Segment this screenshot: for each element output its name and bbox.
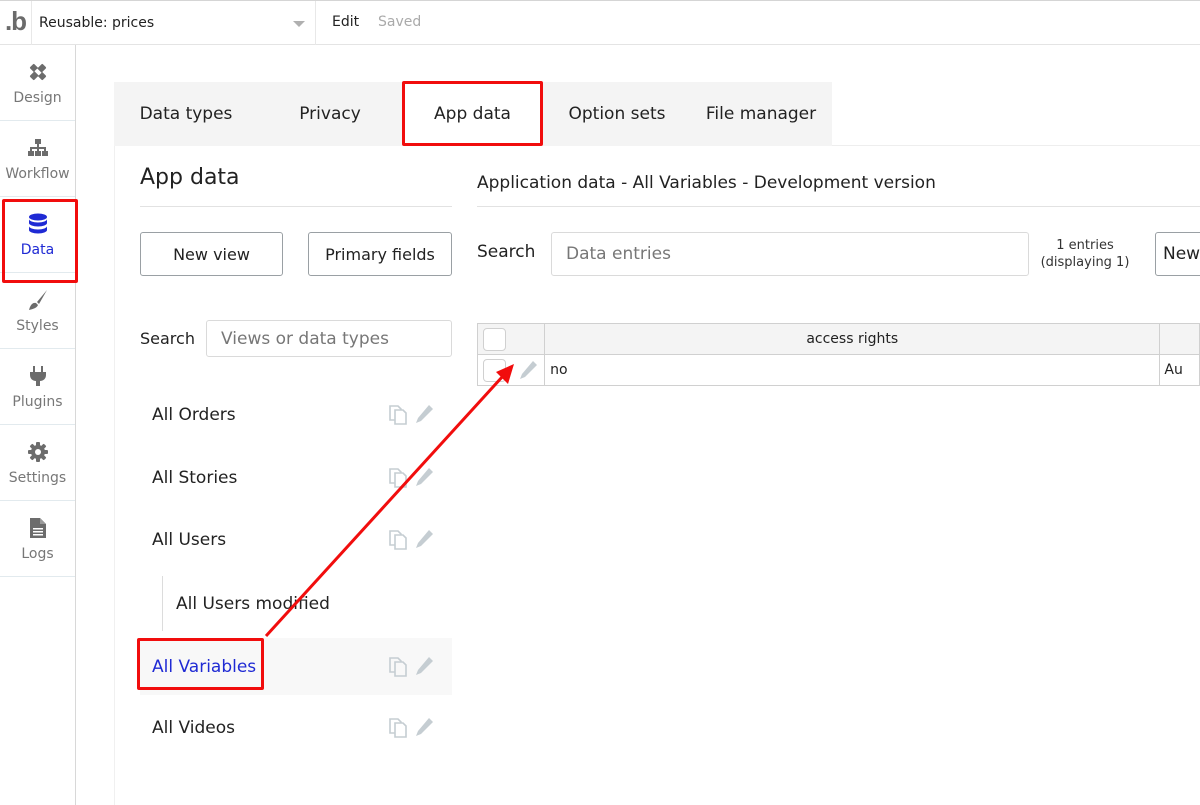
gear-icon (26, 440, 50, 464)
database-icon (26, 212, 50, 236)
tab-label: Privacy (299, 104, 361, 124)
table-header-row: access rights (476, 323, 1200, 355)
workflow-icon (26, 136, 50, 160)
nav-styles[interactable]: Styles (0, 273, 75, 349)
tab-app-data[interactable]: App data (402, 81, 543, 146)
placeholder: Data entries (566, 244, 671, 264)
tab-divider (832, 145, 1200, 146)
data-search-label: Search (477, 242, 536, 262)
pencil-icon[interactable] (414, 655, 434, 677)
divider (477, 206, 1200, 207)
copy-icon[interactable] (388, 716, 408, 738)
chevron-down-icon (293, 21, 305, 27)
entries-total: 1 entries (1056, 238, 1114, 253)
tab-data-types[interactable]: Data types (114, 82, 258, 146)
pencil-icon[interactable] (414, 403, 434, 425)
plug-icon (26, 364, 50, 388)
views-title: App data (140, 165, 240, 190)
entries-displaying: (displaying 1) (1040, 255, 1130, 270)
nav-label: Logs (21, 545, 54, 562)
column-header[interactable] (1159, 323, 1200, 355)
logo-text: .b (4, 6, 27, 36)
views-search-input[interactable]: Views or data types (206, 320, 452, 357)
nav-settings[interactable]: Settings (0, 425, 75, 501)
nav-label: Workflow (5, 165, 70, 182)
tab-label: Data types (139, 104, 233, 124)
view-item-all-stories[interactable]: All Stories (140, 449, 452, 506)
nav-label: Design (13, 89, 62, 106)
edit-menu[interactable]: Edit (332, 14, 359, 30)
view-label: All Stories (152, 467, 238, 488)
tab-privacy[interactable]: Privacy (258, 82, 402, 146)
copy-icon[interactable] (388, 403, 408, 425)
view-item-all-users-modified[interactable]: All Users modified (162, 576, 452, 631)
tab-file-manager[interactable]: File manager (690, 82, 832, 146)
new-view-button[interactable]: New view (140, 232, 283, 276)
view-actions (388, 716, 434, 738)
save-status: Saved (378, 14, 422, 30)
top-bar: .b Reusable: prices Edit Saved (0, 0, 1200, 45)
design-icon (26, 60, 50, 84)
document-icon (26, 516, 50, 540)
view-actions (388, 466, 434, 488)
tab-label: Option sets (568, 104, 666, 124)
tab-label: App data (434, 104, 511, 124)
column-header[interactable]: access rights (544, 323, 1161, 355)
nav-logs[interactable]: Logs (0, 501, 75, 577)
tab-label: File manager (705, 104, 817, 124)
data-table: access rights no Au (476, 323, 1200, 386)
nav-label: Styles (16, 317, 59, 334)
page-name: Reusable: prices (39, 15, 155, 31)
data-search-input[interactable]: Data entries (551, 232, 1029, 276)
view-item-all-variables[interactable]: All Variables (140, 638, 452, 695)
data-tabs: Data types Privacy App data Option sets … (114, 81, 832, 146)
view-label: All Videos (152, 717, 235, 738)
views-search-label: Search (140, 329, 195, 348)
view-item-all-videos[interactable]: All Videos (140, 699, 452, 756)
view-label: All Users modified (176, 593, 330, 614)
tab-option-sets[interactable]: Option sets (544, 82, 690, 146)
pencil-icon[interactable] (414, 716, 434, 738)
data-panel-title: Application data - All Variables - Devel… (477, 173, 936, 193)
nav-workflow[interactable]: Workflow (0, 121, 75, 197)
pencil-icon[interactable] (414, 466, 434, 488)
view-item-all-orders[interactable]: All Orders (140, 386, 452, 443)
brush-icon (26, 288, 50, 312)
table-cell: no (544, 354, 1161, 386)
pencil-icon[interactable] (518, 359, 538, 381)
row-controls (476, 354, 546, 386)
table-row: no Au (476, 354, 1200, 386)
nav-plugins[interactable]: Plugins (0, 349, 75, 425)
copy-icon[interactable] (388, 466, 408, 488)
view-label: All Variables (152, 656, 257, 677)
view-label: All Users (152, 529, 227, 550)
view-actions (388, 403, 434, 425)
view-item-all-users[interactable]: All Users (140, 511, 452, 568)
page-selector[interactable]: Reusable: prices (32, 1, 316, 45)
divider (140, 206, 452, 207)
view-actions (388, 528, 434, 550)
table-cell: Au (1159, 354, 1200, 386)
copy-icon[interactable] (388, 528, 408, 550)
nav-label: Data (20, 241, 55, 258)
row-checkbox[interactable] (483, 358, 506, 382)
left-nav: Design Workflow Data Styles Plugins Sett… (0, 45, 78, 805)
new-entry-button[interactable]: New (1155, 232, 1200, 276)
primary-fields-button[interactable]: Primary fields (308, 232, 452, 276)
nav-label: Plugins (12, 393, 63, 410)
bubble-logo[interactable]: .b (0, 1, 32, 45)
view-actions (388, 655, 434, 677)
view-label: All Orders (152, 404, 236, 425)
copy-icon[interactable] (388, 655, 408, 677)
nav-label: Settings (8, 469, 67, 486)
entries-count: 1 entries (displaying 1) (1036, 237, 1134, 271)
select-all-checkbox[interactable] (483, 327, 506, 351)
placeholder: Views or data types (221, 328, 389, 349)
pencil-icon[interactable] (414, 528, 434, 550)
nav-design[interactable]: Design (0, 45, 75, 121)
nav-data[interactable]: Data (0, 197, 78, 283)
select-all-cell (476, 323, 546, 355)
